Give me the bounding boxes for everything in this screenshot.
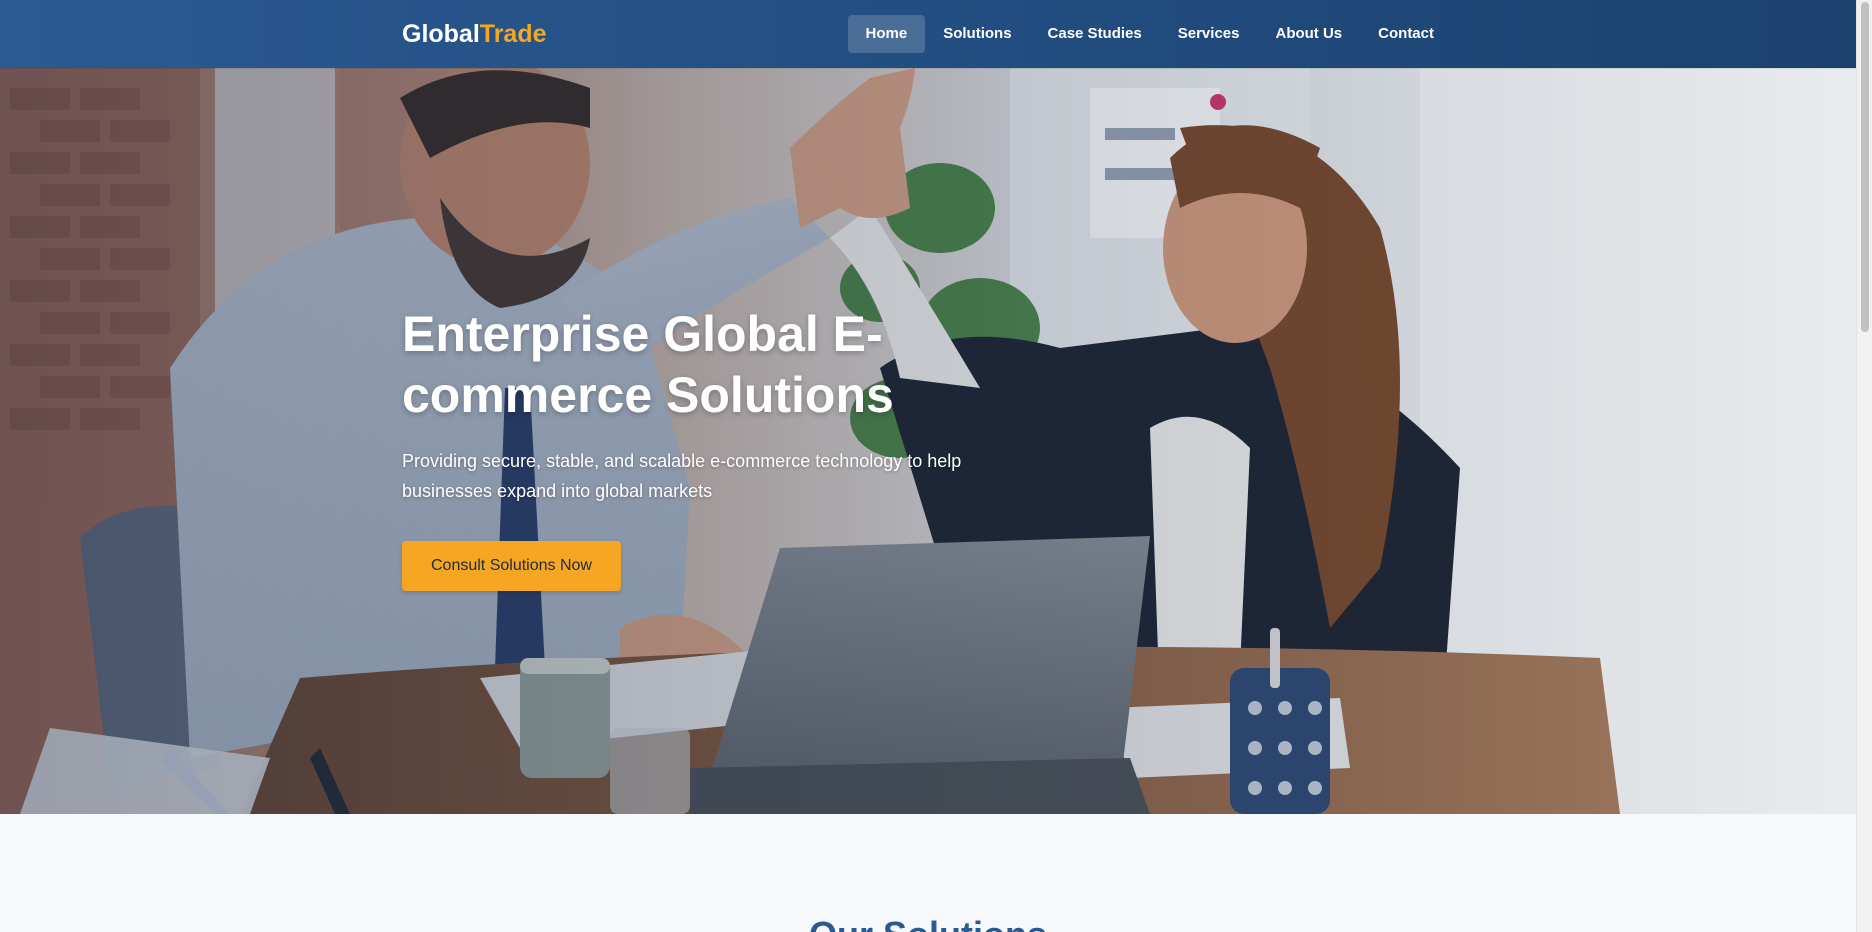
site-header: Global Trade Home Solutions Case Studies … [0,0,1856,68]
consult-solutions-button[interactable]: Consult Solutions Now [402,541,621,591]
logo-text-accent: Trade [479,19,547,48]
hero-content: Enterprise Global E-commerce Solutions P… [402,304,1022,591]
nav-about-us[interactable]: About Us [1257,15,1360,53]
page-viewport: Global Trade Home Solutions Case Studies … [0,0,1856,932]
page-scrollbar[interactable] [1856,0,1872,932]
scrollbar-thumb[interactable] [1861,2,1869,332]
solutions-section: Our Solutions [0,814,1856,932]
logo-link[interactable]: Global Trade [402,20,547,49]
nav-contact[interactable]: Contact [1360,15,1452,53]
main-nav: Home Solutions Case Studies Services Abo… [847,15,1452,53]
hero-section: Enterprise Global E-commerce Solutions P… [0,68,1856,814]
solutions-title: Our Solutions [0,914,1856,932]
nav-home[interactable]: Home [847,15,926,53]
nav-case-studies[interactable]: Case Studies [1030,15,1160,53]
hero-title: Enterprise Global E-commerce Solutions [402,306,894,423]
nav-solutions[interactable]: Solutions [925,15,1029,53]
hero-subtitle: Providing secure, stable, and scalable e… [402,451,962,501]
nav-services[interactable]: Services [1160,15,1258,53]
header-inner: Global Trade Home Solutions Case Studies … [402,0,1452,68]
logo-text-primary: Global [402,19,480,48]
